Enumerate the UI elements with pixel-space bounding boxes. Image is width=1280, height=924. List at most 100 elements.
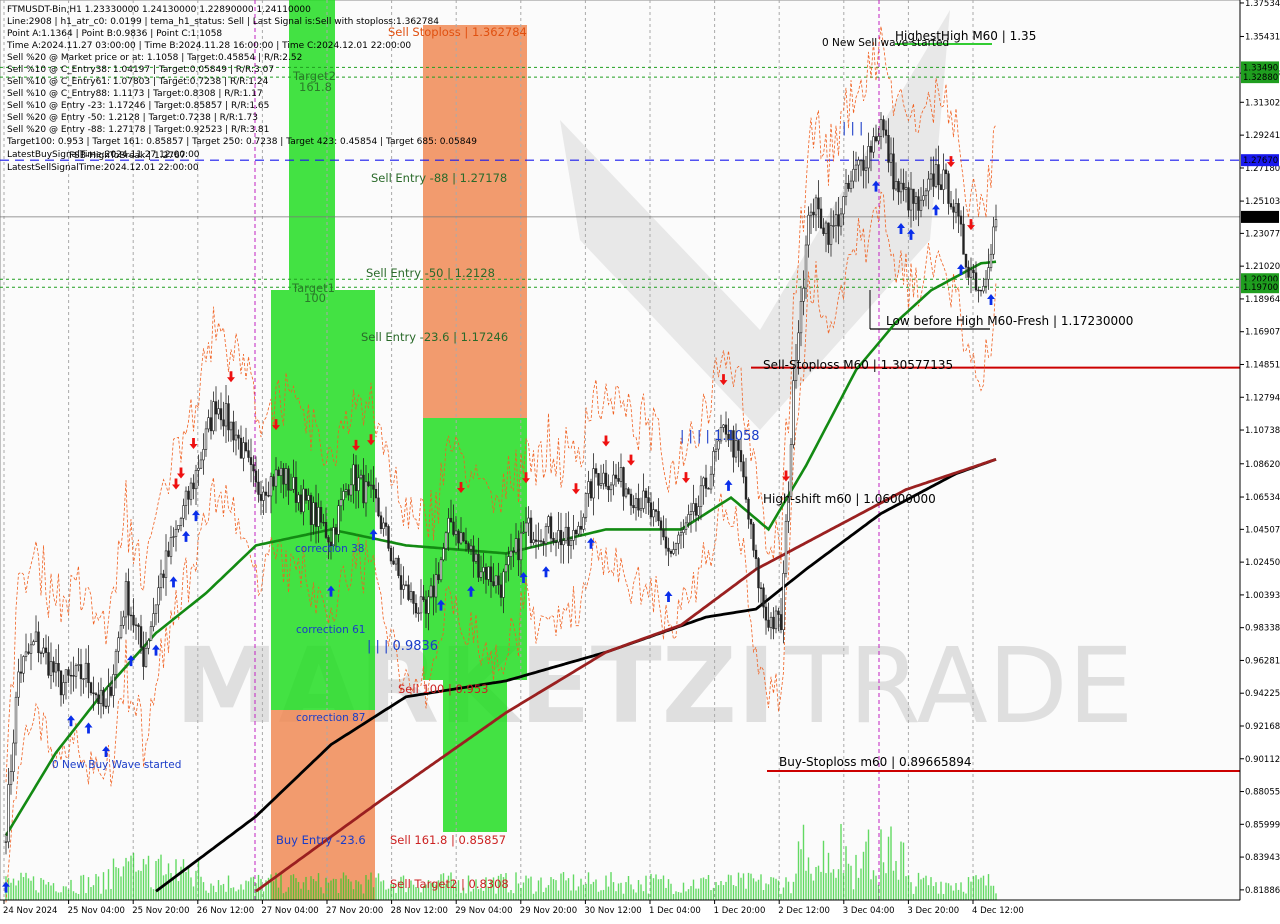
- candle-body: [14, 696, 18, 744]
- candle-body: [714, 448, 718, 452]
- candle-body: [507, 556, 510, 566]
- candle-body: [344, 489, 348, 492]
- candle-body: [232, 421, 235, 441]
- candle-body: [477, 553, 480, 578]
- candle-body: [799, 301, 803, 334]
- price-tick-label: 1.21020: [1245, 262, 1280, 272]
- candle-body: [112, 674, 115, 696]
- candle-body: [697, 506, 700, 516]
- candle-body: [364, 481, 368, 504]
- candle-body: [157, 587, 160, 606]
- candle-body: [137, 624, 140, 627]
- candle-body: [172, 536, 175, 538]
- price-tag-label: 1.19700: [1243, 283, 1278, 293]
- candle-body: [284, 468, 288, 485]
- candle-body: [664, 536, 668, 549]
- candle-body: [784, 520, 788, 574]
- candle-body: [49, 661, 53, 676]
- candle-body: [647, 497, 650, 504]
- candle-body: [447, 517, 450, 534]
- candle-body: [499, 584, 503, 598]
- candle-body: [242, 442, 245, 459]
- candle-body: [864, 167, 868, 171]
- candle-body: [309, 495, 313, 525]
- candle-body: [707, 488, 710, 490]
- price-tick-label: 0.96281: [1245, 656, 1280, 666]
- point-c-label: | | | | 1.1058: [680, 429, 760, 444]
- candle-body: [759, 587, 763, 589]
- candle-body: [789, 444, 793, 497]
- candle-body: [834, 214, 838, 226]
- candle-body: [69, 674, 73, 677]
- candle-body: [517, 538, 520, 561]
- candle-body: [484, 567, 488, 580]
- candle-body: [912, 188, 915, 204]
- candle-body: [494, 575, 498, 586]
- candle-body: [132, 614, 135, 626]
- candle-body: [114, 650, 118, 675]
- candle-body: [644, 490, 648, 498]
- candle-body: [177, 525, 180, 530]
- candle-body: [497, 575, 500, 586]
- candle-body: [417, 612, 420, 615]
- correction-87-label: correction 87: [296, 712, 365, 724]
- candle-body: [924, 190, 928, 197]
- candle-body: [967, 266, 970, 278]
- candle-body: [747, 498, 750, 520]
- candle-body: [744, 476, 748, 500]
- candle-body: [99, 689, 103, 704]
- candle-body: [24, 651, 28, 657]
- orange-zone-buy-entry: [271, 710, 375, 900]
- candle-body: [857, 159, 860, 166]
- candle-body: [134, 624, 138, 627]
- candle-body: [422, 596, 425, 601]
- candle-body: [694, 503, 698, 516]
- candle-body: [932, 173, 935, 187]
- candle-body: [129, 614, 133, 617]
- chart-container: MARKETZI TRADE Target2 161.8 Target1 100…: [0, 0, 1280, 920]
- sell-entry-23-label: Sell Entry -23.6 | 1.17246: [361, 330, 508, 344]
- candle-body: [317, 507, 320, 527]
- candle-body: [52, 661, 55, 673]
- candle-body: [657, 511, 660, 522]
- candle-body: [194, 469, 198, 490]
- price-tick-label: 1.12794: [1245, 393, 1280, 403]
- candle-body: [169, 537, 173, 557]
- candle-body: [627, 488, 630, 495]
- info-line-1: Line:2908 | h1_atr_c0: 0.0199 | tema_h1_…: [7, 17, 439, 27]
- time-tick-label: 28 Nov 12:00: [391, 906, 448, 916]
- watermark-right: TRADE: [784, 625, 1134, 747]
- time-tick-label: 27 Nov 04:00: [261, 906, 318, 916]
- candle-body: [387, 526, 390, 549]
- candle-body: [389, 548, 393, 562]
- candle-body: [27, 651, 30, 654]
- candle-body: [42, 647, 45, 654]
- candle-body: [334, 527, 338, 535]
- price-tick-label: 1.02450: [1245, 558, 1280, 568]
- candle-body: [619, 467, 623, 482]
- candle-body: [939, 184, 943, 190]
- candle-body: [599, 483, 603, 486]
- candle-body: [749, 518, 753, 525]
- candle-body: [512, 550, 515, 553]
- candle-body: [77, 664, 80, 666]
- candle-body: [984, 278, 988, 287]
- price-tick-label: 0.81886: [1245, 886, 1280, 896]
- candle-body: [319, 507, 323, 523]
- candle-body: [554, 541, 558, 544]
- candle-body: [239, 437, 243, 459]
- sell-stoploss-m60-label: Sell-Stoploss M60 | 1.30577135: [763, 358, 953, 372]
- price-chart[interactable]: MARKETZI TRADE Target2 161.8 Target1 100…: [0, 0, 1280, 920]
- candle-body: [207, 417, 210, 430]
- buy-entry-label: Buy Entry -23.6: [276, 833, 366, 847]
- candle-body: [819, 208, 823, 229]
- candle-body: [879, 119, 883, 137]
- candle-body: [754, 549, 758, 559]
- candle-body: [57, 663, 60, 672]
- candle-body: [229, 421, 233, 431]
- candle-body: [952, 206, 955, 213]
- candle-body: [399, 575, 403, 590]
- point-b-label: | | | 0.9836: [367, 639, 438, 654]
- candle-body: [689, 511, 693, 515]
- candle-body: [419, 596, 423, 614]
